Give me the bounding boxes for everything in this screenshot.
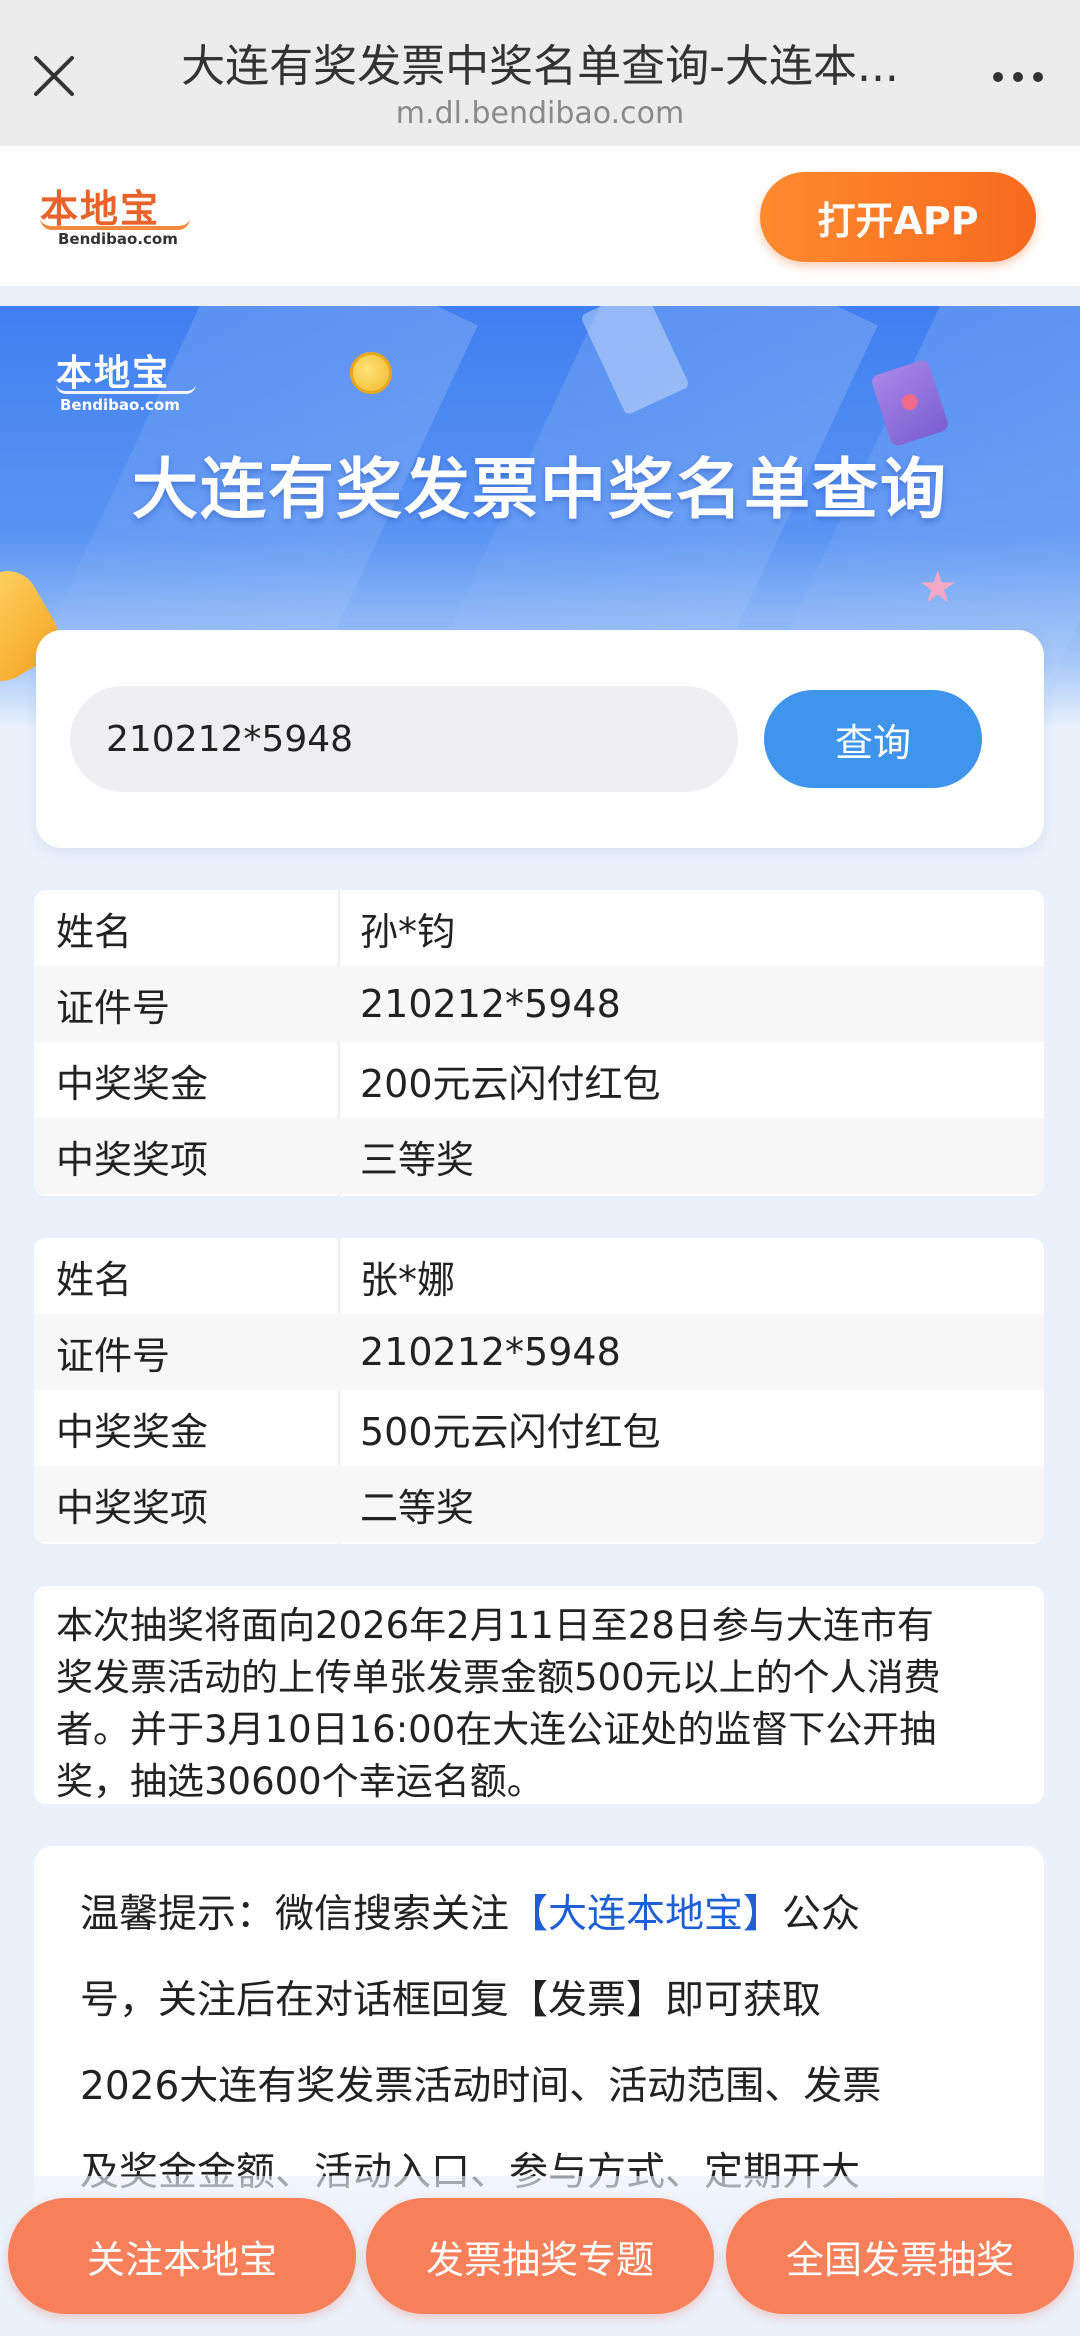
- wechat-account-link[interactable]: 【大连本地宝】: [509, 1892, 782, 1937]
- invoice-lottery-topic-button[interactable]: 发票抽奖专题: [366, 2198, 714, 2314]
- more-icon[interactable]: [988, 62, 1048, 92]
- banner-title: 大连有奖发票中奖名单查询: [132, 451, 948, 528]
- row-value: 三等奖: [360, 1137, 475, 1182]
- notice-line: 本次抽奖将面向2026年2月11日至28日参与大连市有: [56, 1604, 934, 1647]
- search-input[interactable]: [70, 686, 738, 792]
- table-row: 中奖奖项 二等奖: [34, 1466, 1044, 1542]
- open-app-button[interactable]: 打开APP: [760, 172, 1036, 262]
- banner-logo: 本地宝 Bendibao.com: [56, 344, 206, 424]
- tip-line: 号，关注后在对话框回复【发票】即可获取: [80, 1978, 822, 2023]
- row-label: 姓名: [56, 1257, 133, 1302]
- row-value: 500元云闪付红包: [360, 1409, 661, 1454]
- row-value: 210212*5948: [360, 982, 621, 1026]
- row-label: 中奖奖项: [56, 1137, 209, 1182]
- row-value: 张*娜: [360, 1257, 456, 1302]
- row-label: 中奖奖金: [56, 1061, 209, 1106]
- table-row: 中奖奖金 200元云闪付红包: [34, 1042, 1044, 1118]
- page-title: 大连有奖发票中奖名单查询-大连本...: [181, 41, 899, 92]
- table-row: 姓名 孙*钧: [34, 890, 1044, 966]
- table-row: 证件号 210212*5948: [34, 966, 1044, 1042]
- star-icon: ★: [918, 562, 958, 613]
- row-label: 证件号: [56, 1333, 171, 1378]
- notice-line: 奖发票活动的上传单张发票金额500元以上的个人消费: [56, 1656, 941, 1699]
- lottery-notice: 本次抽奖将面向2026年2月11日至28日参与大连市有 奖发票活动的上传单张发票…: [34, 1586, 1044, 1804]
- national-invoice-lottery-button[interactable]: 全国发票抽奖: [726, 2198, 1074, 2314]
- row-label: 姓名: [56, 909, 133, 954]
- table-row: 证件号 210212*5948: [34, 1314, 1044, 1390]
- bendibao-logo[interactable]: 本地宝 Bendibao.com: [40, 178, 200, 258]
- table-row: 姓名 张*娜: [34, 1238, 1044, 1314]
- coin-icon: [350, 352, 392, 394]
- result-card-1: 姓名 孙*钧 证件号 210212*5948 中奖奖金 200元云闪付红包 中奖…: [34, 890, 1044, 1196]
- browser-topbar: 大连有奖发票中奖名单查询-大连本... m.dl.bendibao.com: [0, 0, 1080, 146]
- row-value: 200元云闪付红包: [360, 1061, 661, 1106]
- table-row: 中奖奖项 三等奖: [34, 1118, 1044, 1194]
- row-value: 二等奖: [360, 1485, 475, 1530]
- tip-prefix: 温馨提示：微信搜索关注: [80, 1892, 510, 1937]
- tip-line: 2026大连有奖发票活动时间、活动范围、发票: [80, 2064, 882, 2109]
- notice-line: 奖，抽选30600个幸运名额。: [56, 1760, 544, 1803]
- row-label: 中奖奖金: [56, 1409, 209, 1454]
- tip-line: 温馨提示：微信搜索关注【大连本地宝】公众: [80, 1872, 998, 1958]
- search-button[interactable]: 查询: [764, 690, 982, 788]
- page-url: m.dl.bendibao.com: [395, 96, 685, 131]
- row-label: 中奖奖项: [56, 1485, 209, 1530]
- tip-suffix: 公众: [782, 1892, 861, 1937]
- result-card-2: 姓名 张*娜 证件号 210212*5948 中奖奖金 500元云闪付红包 中奖…: [34, 1238, 1044, 1544]
- bottom-action-bar: 关注本地宝 发票抽奖专题 全国发票抽奖: [0, 2176, 1080, 2336]
- row-value: 孙*钧: [360, 909, 456, 954]
- row-label: 证件号: [56, 985, 171, 1030]
- site-header: 本地宝 Bendibao.com 打开APP: [0, 146, 1080, 286]
- row-value: 210212*5948: [360, 1330, 621, 1374]
- notice-line: 者。并于3月10日16:00在大连公证处的监督下公开抽: [56, 1708, 937, 1751]
- search-card: 查询: [36, 630, 1044, 848]
- close-icon[interactable]: [28, 50, 80, 102]
- table-row: 中奖奖金 500元云闪付红包: [34, 1390, 1044, 1466]
- follow-bendibao-button[interactable]: 关注本地宝: [8, 2198, 356, 2314]
